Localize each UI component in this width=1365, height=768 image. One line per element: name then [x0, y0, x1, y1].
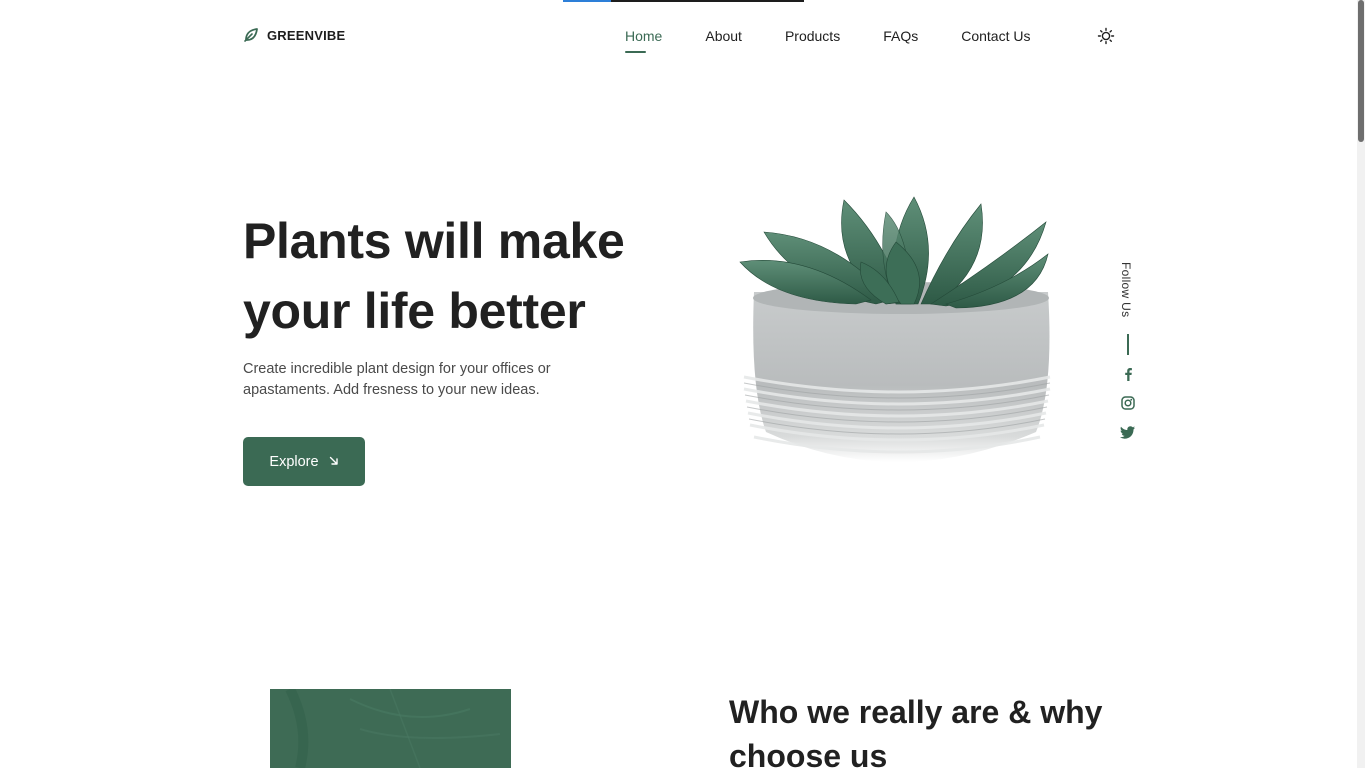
hero-plant-image — [736, 192, 1060, 502]
nav-about[interactable]: About — [705, 26, 742, 46]
twitter-icon[interactable] — [1120, 424, 1136, 440]
theme-toggle-button[interactable] — [1097, 27, 1115, 45]
explore-button[interactable]: Explore — [243, 437, 365, 486]
arrow-down-right-icon — [329, 456, 339, 468]
explore-label: Explore — [269, 453, 319, 470]
logo[interactable]: GREENVIBE — [243, 27, 345, 43]
hero-description: Create incredible plant design for your … — [243, 361, 551, 398]
leaf-icon — [243, 27, 259, 43]
follow-us-label: Follow Us — [1119, 262, 1133, 318]
hero-title: Plants will make your life better — [243, 213, 625, 339]
nav-home[interactable]: Home — [625, 26, 662, 53]
logo-text: GREENVIBE — [267, 27, 346, 43]
site-header: GREENVIBE Home About Products FAQs Conta… — [0, 0, 1357, 72]
nav-faqs[interactable]: FAQs — [883, 26, 918, 46]
scrollbar-thumb[interactable] — [1358, 0, 1364, 142]
follow-us-bar: Follow Us — [1115, 262, 1141, 442]
facebook-icon[interactable] — [1120, 366, 1136, 382]
nav-products[interactable]: Products — [785, 26, 840, 46]
nav-contact[interactable]: Contact Us — [961, 26, 1030, 46]
about-title: Who we really are & why choose us — [729, 694, 1103, 768]
about-image — [270, 689, 511, 768]
page-scrollbar[interactable] — [1357, 0, 1365, 768]
sun-icon — [1097, 27, 1115, 49]
main-nav: Home About Products FAQs Contact Us — [625, 26, 1073, 53]
follow-divider — [1127, 334, 1129, 355]
instagram-icon[interactable] — [1120, 395, 1136, 411]
